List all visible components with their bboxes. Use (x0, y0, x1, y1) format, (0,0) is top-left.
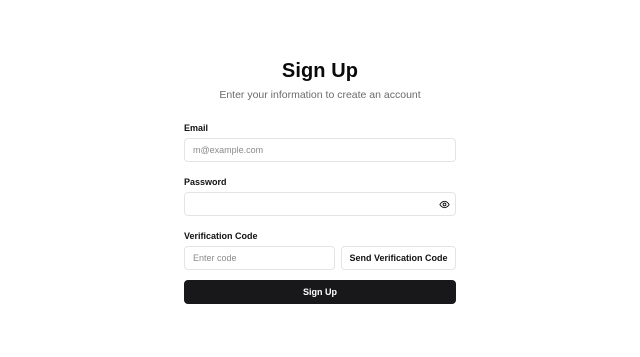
page-title: Sign Up (281, 60, 359, 82)
email-field[interactable] (184, 138, 456, 162)
verification-code-label: Verification Code (184, 231, 258, 241)
sign-up-button[interactable]: Sign Up (184, 280, 456, 304)
verification-code-field[interactable] (184, 246, 335, 270)
password-label: Password (184, 177, 227, 187)
eye-icon[interactable] (438, 198, 450, 210)
page-subtitle: Enter your information to create an acco… (219, 89, 421, 101)
signup-card: Sign Up Enter your information to create… (184, 58, 456, 342)
signup-page: Sign Up Enter your information to create… (0, 0, 640, 357)
send-verification-code-button[interactable]: Send Verification Code (341, 246, 456, 270)
signup-form: Email Password Verification Code Send Ve… (184, 102, 456, 342)
password-field-wrapper (184, 192, 456, 216)
email-label: Email (184, 123, 209, 133)
password-field[interactable] (184, 192, 456, 216)
